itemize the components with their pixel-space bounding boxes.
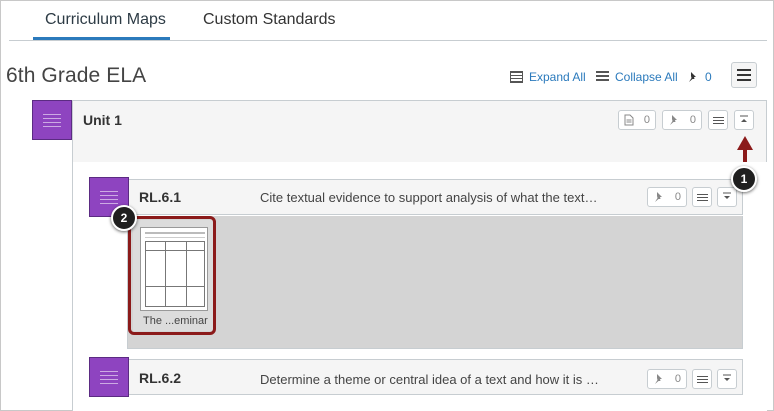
header-pin-count[interactable]: 0 bbox=[687, 70, 712, 84]
unit-pin-count[interactable]: 0 bbox=[662, 110, 702, 130]
callout-1: 1 bbox=[731, 166, 757, 192]
expand-all-button[interactable]: Expand All bbox=[510, 70, 586, 84]
pin-icon bbox=[655, 374, 662, 384]
pin-icon bbox=[655, 192, 662, 202]
standard-menu-button[interactable] bbox=[692, 369, 712, 389]
tab-custom-standards[interactable]: Custom Standards bbox=[203, 11, 336, 29]
collapse-all-label: Collapse All bbox=[615, 70, 678, 84]
standard-pin-count-value: 0 bbox=[674, 191, 681, 203]
unit-color-swatch[interactable] bbox=[32, 100, 72, 140]
standard-color-swatch[interactable] bbox=[89, 357, 129, 397]
unit-pin-count-value: 0 bbox=[689, 114, 696, 126]
unit-menu-button[interactable] bbox=[708, 110, 728, 130]
expand-all-label: Expand All bbox=[529, 70, 586, 84]
unit-document-count[interactable]: 0 bbox=[618, 110, 656, 130]
header-pin-count-value: 0 bbox=[705, 70, 712, 84]
tab-curriculum-maps[interactable]: Curriculum Maps bbox=[45, 11, 166, 29]
curriculum-app: Curriculum Maps Custom Standards 6th Gra… bbox=[0, 0, 774, 411]
standard-pin-count[interactable]: 0 bbox=[647, 369, 687, 389]
unit-document-count-value: 0 bbox=[643, 114, 650, 126]
document-highlight bbox=[128, 216, 216, 335]
standard-menu-button[interactable] bbox=[692, 187, 712, 207]
standard-code: RL.6.2 bbox=[139, 370, 182, 386]
callout-2: 2 bbox=[111, 205, 137, 231]
options-menu-button[interactable] bbox=[731, 62, 757, 88]
document-icon bbox=[624, 114, 634, 126]
standard-description: Determine a theme or central idea of a t… bbox=[260, 372, 599, 387]
pin-icon bbox=[670, 115, 677, 125]
standard-pin-count-value: 0 bbox=[674, 373, 681, 385]
standard-code: RL.6.1 bbox=[139, 189, 182, 205]
collapse-all-button[interactable]: Collapse All bbox=[596, 70, 678, 84]
expand-toggle-icon bbox=[723, 374, 731, 381]
unit-collapse-button[interactable] bbox=[734, 110, 754, 130]
tab-bar: Curriculum Maps Custom Standards bbox=[9, 1, 767, 41]
active-tab-indicator bbox=[33, 37, 170, 40]
unit-title: Unit 1 bbox=[83, 112, 122, 128]
callout-arrow-head bbox=[737, 136, 753, 150]
collapse-all-icon bbox=[596, 71, 609, 83]
standard-pin-count[interactable]: 0 bbox=[647, 187, 687, 207]
standard-expand-button[interactable] bbox=[717, 369, 737, 389]
standard-expand-button[interactable] bbox=[717, 187, 737, 207]
pin-icon bbox=[689, 72, 696, 82]
expand-all-icon bbox=[510, 71, 523, 83]
collapse-toggle-icon bbox=[740, 115, 748, 122]
standard-documents-area bbox=[127, 216, 743, 349]
page-title: 6th Grade ELA bbox=[6, 64, 147, 87]
expand-toggle-icon bbox=[723, 192, 731, 199]
standard-description: Cite textual evidence to support analysi… bbox=[260, 190, 598, 205]
